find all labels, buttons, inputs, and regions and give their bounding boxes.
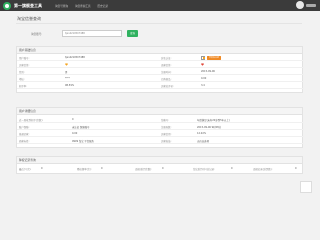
brand-name: 第一旗舰查工具 xyxy=(14,2,42,8)
value-total-reviews: 3.4 xyxy=(201,84,205,87)
label-taoke: 淘客号: xyxy=(161,119,169,122)
label-weekly-reviews: 近一周收到好评(次数): xyxy=(19,119,44,122)
value-buyer-rights: 无价店选项 xyxy=(197,140,209,143)
value-register-days: 2015-09-06 9时08分 xyxy=(197,126,221,129)
label-buyer-credit-rate: 买家信用: xyxy=(161,133,172,136)
basic-info-heading: 用户基础信息 xyxy=(17,47,302,54)
table-row: 好评率: 98.59% 买家总评价: 3.4 xyxy=(17,82,304,89)
value-purchased: 0.00 xyxy=(201,77,207,80)
search-input[interactable]: tjan4210507488 xyxy=(62,30,122,37)
history-value-3: 0 xyxy=(162,167,164,170)
verified-icon xyxy=(201,55,205,60)
nav-link-tools[interactable]: 淘宝查询工具 xyxy=(75,4,91,8)
label-buyer-credit: 买家信誉: xyxy=(19,64,30,67)
label-purchased: 已购商品: xyxy=(161,78,172,81)
detail-info-heading: 用户详细信息 xyxy=(17,108,302,115)
table-row: 用户账号: tjan4210507488 实名认证: 已实名认证 xyxy=(17,54,304,61)
detail-info-panel: 用户详细信息 近一周收到好评(次数): 0 淘客号: 年龄满足(未有20岁到5年… xyxy=(16,107,304,148)
history-value-4: 0 xyxy=(231,167,233,170)
value-gender: 男 xyxy=(65,71,68,74)
table-row: 近一周收到好评(次数): 0 淘客号: 年龄满足(未有20岁到5年以上) xyxy=(17,116,304,123)
label-account-protection: 账户保障: xyxy=(19,126,30,129)
label-seller-credit: 卖家信誉: xyxy=(161,64,172,67)
table-row: 最近下(次): 0 降权频率(次): 0 违规(处罚次数): 0 淘宝处罚(中)… xyxy=(17,165,304,172)
history-label-2: 降权频率(次): xyxy=(77,168,92,171)
history-label-5: 违规记录(处罚数): xyxy=(253,168,273,171)
table-row: 性别: 男 注册时间: 2015-09-06 xyxy=(17,68,304,75)
history-label-3: 违规(处罚次数): xyxy=(135,168,153,171)
table-row: 地址: **** 已购商品: 0.00 xyxy=(17,75,304,82)
label-positive-rate: 好评率: xyxy=(19,85,27,88)
value-account: tjan4210507488 xyxy=(65,56,85,59)
label-gender: 性别: xyxy=(19,71,25,74)
logo-icon xyxy=(3,1,11,10)
label-buyer-rights: 买家权益: xyxy=(161,140,172,143)
value-weekly-reviews: 0 xyxy=(72,118,74,121)
value-register-time: 2015-09-06 xyxy=(201,70,215,73)
search-button[interactable]: 查询 xyxy=(127,30,138,37)
table-row: 商家标签: 9999 淘宝 平台服务 买家权益: 无价店选项 xyxy=(17,137,304,144)
nav-link-history[interactable]: 历史记录 xyxy=(98,4,108,8)
label-merchant-tags: 商家标签: xyxy=(19,140,30,143)
avatar[interactable] xyxy=(296,1,304,9)
history-panel: 降权记录查询 最近下(次): 0 降权频率(次): 0 违规(处罚次数): 0 … xyxy=(16,156,303,174)
basic-info-panel: 用户基础信息 用户账号: tjan4210507488 实名认证: 已实名认证 … xyxy=(16,46,304,93)
back-to-top-button[interactable] xyxy=(300,181,312,193)
user-menu[interactable] xyxy=(306,4,316,7)
label-normal-buyer: 普通买家: xyxy=(19,133,30,136)
value-address: **** xyxy=(65,77,70,80)
value-merchant-tags: 9999 淘宝 平台服务 xyxy=(72,140,94,143)
label-total-reviews: 买家总评价: xyxy=(161,85,174,88)
nav-link-query[interactable]: 淘宝号查询 xyxy=(55,4,68,8)
label-register-days: 注册天数: xyxy=(161,126,172,129)
page-title: 淘宝信誉查询 xyxy=(17,16,41,21)
verified-badge: 已实名认证 xyxy=(207,55,221,60)
label-address: 地址: xyxy=(19,78,25,81)
title-divider xyxy=(16,23,302,24)
label-realname: 实名认证: xyxy=(161,57,172,60)
top-navbar: 第一旗舰查工具 淘宝号查询 淘宝查询工具 历史记录 xyxy=(0,0,320,11)
seller-heart-icon xyxy=(201,63,204,66)
history-label-1: 最近下(次): xyxy=(19,168,32,171)
history-value-1: 0 xyxy=(41,167,43,170)
brand[interactable]: 第一旗舰查工具 xyxy=(3,1,42,10)
value-positive-rate: 98.59% xyxy=(65,84,75,87)
table-row: 买家信誉: 卖家信誉: xyxy=(17,61,304,68)
nav-links: 淘宝号查询 淘宝查询工具 历史记录 xyxy=(55,0,115,11)
history-value-2: 0 xyxy=(101,167,103,170)
label-account: 用户账号: xyxy=(19,57,30,60)
history-value-5: 0 xyxy=(295,167,297,170)
buyer-heart-icon xyxy=(65,63,68,66)
value-taoke: 年龄满足(未有20岁到5年以上) xyxy=(197,119,230,122)
history-label-4: 淘宝处罚(中)总记录: xyxy=(193,168,215,171)
value-account-protection: 未认证 保障账号 xyxy=(72,126,90,129)
value-normal-buyer: 0.00 xyxy=(72,132,78,135)
label-register-time: 注册时间: xyxy=(161,71,172,74)
table-row: 账户保障: 未认证 保障账号 注册天数: 2015-09-06 9时08分 xyxy=(17,123,304,130)
history-heading: 降权记录查询 xyxy=(17,157,302,164)
value-buyer-credit-rate: 12.02% xyxy=(197,132,207,135)
search-label: 淘宝账号: xyxy=(31,33,43,36)
table-row: 普通买家: 0.00 买家信用: 12.02% xyxy=(17,130,304,137)
